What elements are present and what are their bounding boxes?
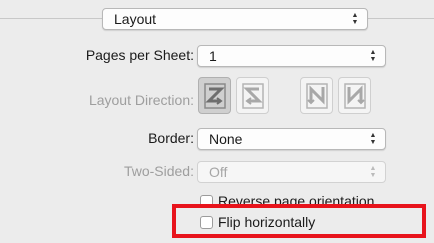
border-label: Border: <box>148 130 194 146</box>
flip-horizontally-label: Flip horizontally <box>218 214 316 230</box>
up-down-arrows-icon: ▲ ▼ <box>369 165 377 179</box>
n-order-icon <box>305 82 328 109</box>
section-popup[interactable]: Layout ▲ ▼ <box>102 8 368 30</box>
section-divider-left <box>0 18 103 19</box>
reverse-z-order-icon <box>241 82 264 109</box>
layout-direction-label: Layout Direction: <box>88 92 194 108</box>
section-popup-value: Layout <box>114 11 157 27</box>
two-sided-popup[interactable]: Off ▲ ▼ <box>197 161 386 183</box>
reverse-n-order-icon <box>343 82 366 109</box>
pages-per-sheet-label: Pages per Sheet: <box>85 47 194 63</box>
z-order-icon <box>203 82 226 109</box>
section-divider-right <box>368 18 434 19</box>
layout-direction-z-button[interactable] <box>198 77 231 114</box>
two-sided-value: Off <box>209 164 228 180</box>
layout-direction-n-button[interactable] <box>300 77 333 114</box>
flip-horizontally-checkbox[interactable] <box>200 216 213 229</box>
up-down-arrows-icon: ▲ ▼ <box>369 49 377 63</box>
layout-direction-reverse-n-button[interactable] <box>338 77 371 114</box>
layout-direction-reverse-z-button[interactable] <box>236 77 269 114</box>
up-down-arrows-icon: ▲ ▼ <box>351 12 359 26</box>
up-down-arrows-icon: ▲ ▼ <box>369 132 377 146</box>
border-value: None <box>209 131 243 147</box>
pages-per-sheet-popup[interactable]: 1 ▲ ▼ <box>197 45 386 67</box>
two-sided-label: Two-Sided: <box>123 163 194 179</box>
pages-per-sheet-value: 1 <box>209 48 217 64</box>
border-popup[interactable]: None ▲ ▼ <box>197 128 386 150</box>
